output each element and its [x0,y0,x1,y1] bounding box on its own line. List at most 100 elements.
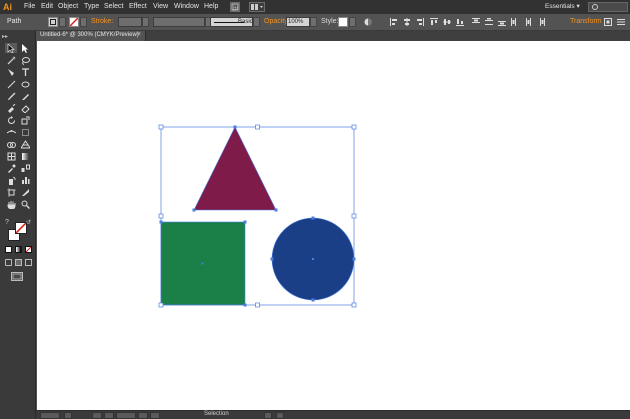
workspace-switcher[interactable]: Essentials ▾ [545,2,580,12]
menu-effect[interactable]: Effect [129,2,147,12]
artboard-number-field[interactable] [116,412,136,419]
distribute-left-icon[interactable] [511,18,519,26]
align-bottom-icon[interactable] [456,18,464,26]
menu-object[interactable]: Object [58,2,78,12]
fill-dropdown[interactable] [59,17,66,27]
align-top-icon[interactable] [430,18,438,26]
graphic-style-dropdown[interactable] [349,17,356,27]
artboard-nav-next[interactable] [138,412,148,419]
paintbrush-tool[interactable] [5,91,17,101]
distribute-right-icon[interactable] [537,18,545,26]
color-mode-icon[interactable] [5,246,12,253]
anchor-point[interactable] [311,216,315,220]
zoom-tool[interactable] [19,199,31,209]
distribute-bottom-icon[interactable] [498,18,506,26]
eraser-tool[interactable] [19,103,31,113]
menu-view[interactable]: View [153,2,168,12]
status-text[interactable]: Selection [204,411,229,417]
menu-help[interactable]: Help [204,2,218,12]
shape-builder-tool[interactable] [5,139,17,149]
align-right-icon[interactable] [416,18,424,26]
search-input[interactable] [588,2,628,12]
artboard-canvas[interactable] [37,41,630,410]
swap-fill-stroke-icon[interactable]: ↺ [26,219,31,226]
width-tool[interactable] [5,127,17,137]
menu-window[interactable]: Window [174,2,199,12]
draw-behind-icon[interactable] [15,259,22,266]
artboard-nav-first[interactable] [92,412,102,419]
draw-inside-icon[interactable] [25,259,32,266]
handle-middle-right[interactable] [351,213,357,219]
anchor-point[interactable] [311,298,315,302]
opacity-input[interactable]: 100% [286,17,310,27]
magic-wand-tool[interactable] [5,55,17,65]
gradient-mode-icon[interactable] [15,246,22,253]
panel-collapse-icon[interactable]: ▸▸ [2,33,8,40]
close-icon[interactable]: × [137,31,141,38]
anchor-point[interactable] [192,208,196,212]
type-tool[interactable] [19,67,31,77]
anchor-point[interactable] [233,125,237,129]
stroke-weight-input[interactable] [118,17,142,27]
handle-top-left[interactable] [158,124,164,130]
line-segment-tool[interactable] [5,79,17,89]
isolate-selected-icon[interactable] [604,18,612,26]
anchor-point[interactable] [243,303,247,307]
distribute-center-icon[interactable] [485,18,493,26]
free-transform-tool[interactable] [19,127,31,137]
blob-brush-tool[interactable] [5,103,17,113]
status-dropdown[interactable] [264,412,272,419]
menu-type[interactable]: Type [84,2,99,12]
align-left-icon[interactable] [390,18,398,26]
artboard-nav-prev[interactable] [104,412,114,419]
artboard-tool[interactable] [5,187,17,197]
handle-bottom-center[interactable] [255,302,260,308]
menu-file[interactable]: File [24,2,35,12]
gradient-tool[interactable] [19,151,31,161]
pen-tool[interactable] [5,67,17,77]
anchor-point[interactable] [270,257,274,261]
variable-width-profile[interactable] [153,17,205,27]
stroke-color-dropdown[interactable] [80,17,87,27]
handle-bottom-right[interactable] [351,302,357,308]
stroke-panel-link[interactable]: Stroke: [91,18,113,25]
anchor-point[interactable] [274,208,278,212]
menu-edit[interactable]: Edit [41,2,53,12]
perspective-grid-tool[interactable] [19,139,31,149]
screen-mode-button[interactable] [11,272,23,281]
brush-dropdown[interactable] [253,17,260,27]
direct-selection-tool[interactable] [19,43,31,53]
triangle-shape[interactable] [194,127,276,210]
menu-select[interactable]: Select [104,2,123,12]
recolor-artwork-icon[interactable] [364,18,372,26]
artboard-nav-last[interactable] [150,412,160,419]
align-middle-icon[interactable] [443,18,451,26]
document-tab[interactable]: Untitled-6* @ 300% (CMYK/Preview) × [36,31,146,41]
handle-top-center[interactable] [255,124,260,130]
lasso-tool[interactable] [19,55,31,65]
distribute-top-icon[interactable] [472,18,480,26]
arrange-documents-button[interactable] [249,2,265,12]
anchor-point[interactable] [159,220,163,224]
hand-tool[interactable] [5,199,17,209]
transform-panel-link[interactable]: Transform [570,18,602,25]
opacity-dropdown[interactable] [310,17,317,27]
anchor-point[interactable] [243,220,247,224]
zoom-level-field[interactable] [40,412,60,419]
handle-middle-left[interactable] [158,213,164,219]
column-graph-tool[interactable] [19,175,31,185]
bridge-button[interactable]: Br [230,2,240,12]
anchor-point[interactable] [352,257,356,261]
ellipse-tool[interactable] [19,79,31,89]
status-scroll-left[interactable] [276,412,284,419]
stroke-swatch[interactable] [69,17,79,27]
handle-bottom-left[interactable] [158,302,164,308]
blend-tool[interactable] [19,163,31,173]
none-mode-icon[interactable] [25,246,32,253]
graphic-style-swatch[interactable] [338,17,348,27]
selection-tool[interactable] [5,43,17,53]
brush-definition[interactable]: Basic [210,17,253,27]
slice-tool[interactable] [19,187,31,197]
stroke-weight-dropdown[interactable] [142,17,149,27]
zoom-dropdown[interactable] [64,412,72,419]
